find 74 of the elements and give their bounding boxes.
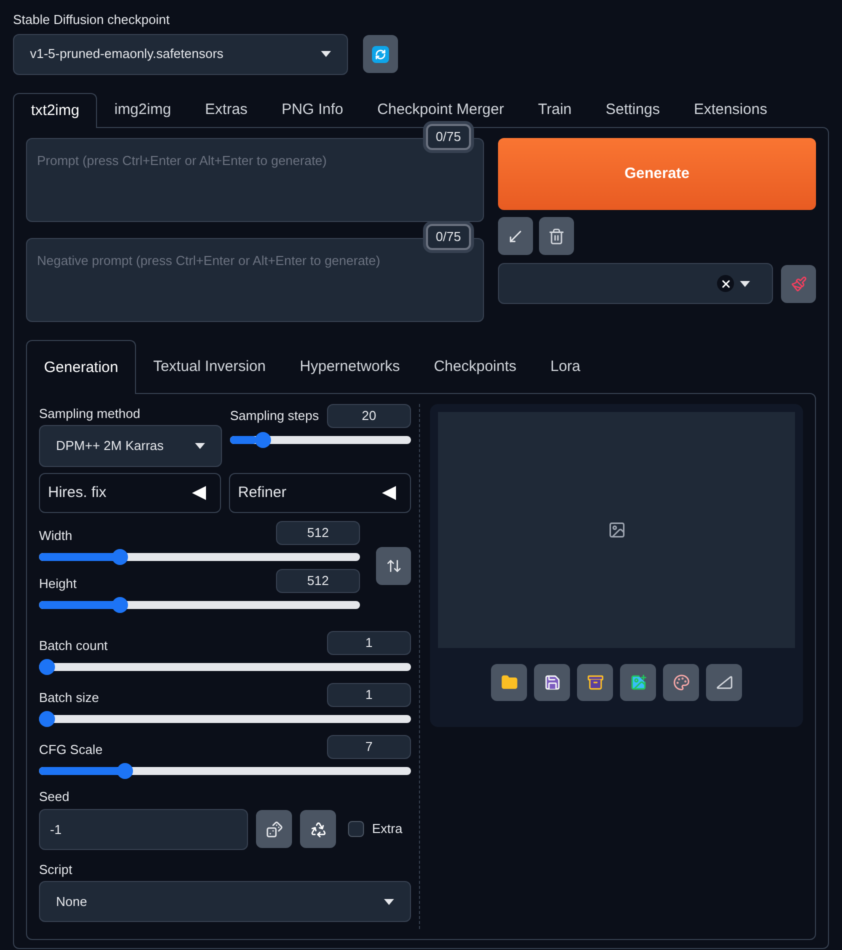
slider-label: Batch count <box>39 636 108 654</box>
folder-icon <box>500 674 518 690</box>
number-field[interactable]: 7 <box>327 735 411 759</box>
tab[interactable]: Hypernetworks <box>282 340 417 392</box>
caret-icon <box>384 898 394 904</box>
sampling-method-dropdown[interactable]: DPM++ 2M Karras <box>39 425 222 467</box>
checkpoint-dropdown[interactable]: v1-5-pruned-emaonly.safetensors <box>13 34 348 74</box>
seed-field[interactable]: -1 <box>39 808 248 850</box>
picture-icon <box>630 674 646 690</box>
save-button[interactable] <box>534 664 570 700</box>
refresh-icon <box>372 46 389 62</box>
slider-thumb[interactable] <box>112 549 128 565</box>
swap-button[interactable] <box>376 547 411 585</box>
swap-icon <box>386 558 402 574</box>
open-folder-button[interactable] <box>491 664 527 700</box>
checkpoint-label: Stable Diffusion checkpoint <box>13 11 171 29</box>
palette-icon <box>672 674 690 690</box>
tab[interactable]: Extras <box>188 92 265 127</box>
number-field[interactable]: 512 <box>276 569 360 593</box>
accordion-header[interactable]: Refiner <box>229 473 411 513</box>
reuse-seed-button[interactable] <box>300 810 336 848</box>
caret-icon <box>321 51 331 57</box>
sampling-method-label: Sampling method <box>39 404 142 423</box>
tab[interactable]: Extensions <box>676 92 784 127</box>
clear-button[interactable] <box>539 217 574 255</box>
caret-icon <box>195 443 205 449</box>
dice-icon <box>266 820 282 838</box>
number-field[interactable]: 512 <box>276 521 360 545</box>
send-to-extras-button[interactable] <box>706 664 742 700</box>
extra-label: Extra <box>372 820 402 838</box>
archive-icon <box>586 674 604 690</box>
slider-thumb[interactable] <box>39 711 55 727</box>
script-dropdown[interactable]: None <box>39 881 411 922</box>
trash-icon <box>548 228 565 244</box>
tab[interactable]: Generation <box>26 340 136 394</box>
tab[interactable]: Settings <box>588 92 677 127</box>
slider-label: CFG Scale <box>39 740 103 758</box>
slider-fill <box>230 436 258 444</box>
brush-icon <box>790 276 806 292</box>
random-seed-button[interactable] <box>256 810 292 848</box>
tab[interactable]: Lora <box>533 340 598 392</box>
clear-icon <box>717 275 734 292</box>
send-to-inpaint-button[interactable] <box>663 664 699 700</box>
number-field[interactable]: 20 <box>327 404 411 428</box>
tab[interactable]: Train <box>521 92 589 127</box>
slider-thumb[interactable] <box>254 432 271 448</box>
floppy-icon <box>544 674 560 690</box>
slider-thumb[interactable] <box>112 597 128 613</box>
tab[interactable]: Checkpoints <box>416 340 534 392</box>
caret-icon <box>740 280 750 286</box>
recycle-icon <box>310 820 326 838</box>
seed-label: Seed <box>39 788 70 806</box>
tab[interactable]: txt2img <box>13 92 98 128</box>
tab[interactable]: PNG Info <box>264 92 360 127</box>
slider-label: Height <box>39 574 77 593</box>
slider-label: Sampling steps <box>230 406 319 425</box>
number-field[interactable]: 1 <box>327 631 411 655</box>
slider-label: Batch size <box>39 688 99 706</box>
slider-label: Width <box>39 526 72 544</box>
apply-style-button[interactable] <box>781 264 816 302</box>
zip-button[interactable] <box>577 664 613 700</box>
image-icon <box>608 520 626 538</box>
accordion-header[interactable]: Hires. fix <box>39 473 221 513</box>
slider-thumb[interactable] <box>39 659 55 675</box>
number-field[interactable]: 1 <box>327 683 411 707</box>
tab[interactable]: Checkpoint Merger <box>360 92 521 127</box>
paste-button[interactable] <box>498 217 533 255</box>
refresh-button[interactable] <box>363 35 398 73</box>
extra-checkbox[interactable] <box>348 821 364 837</box>
tab[interactable]: Textual Inversion <box>136 340 283 392</box>
slider-thumb[interactable] <box>117 763 134 779</box>
send-to-img2img-button[interactable] <box>620 664 656 700</box>
tab[interactable]: img2img <box>97 92 188 127</box>
script-label: Script <box>39 860 74 879</box>
